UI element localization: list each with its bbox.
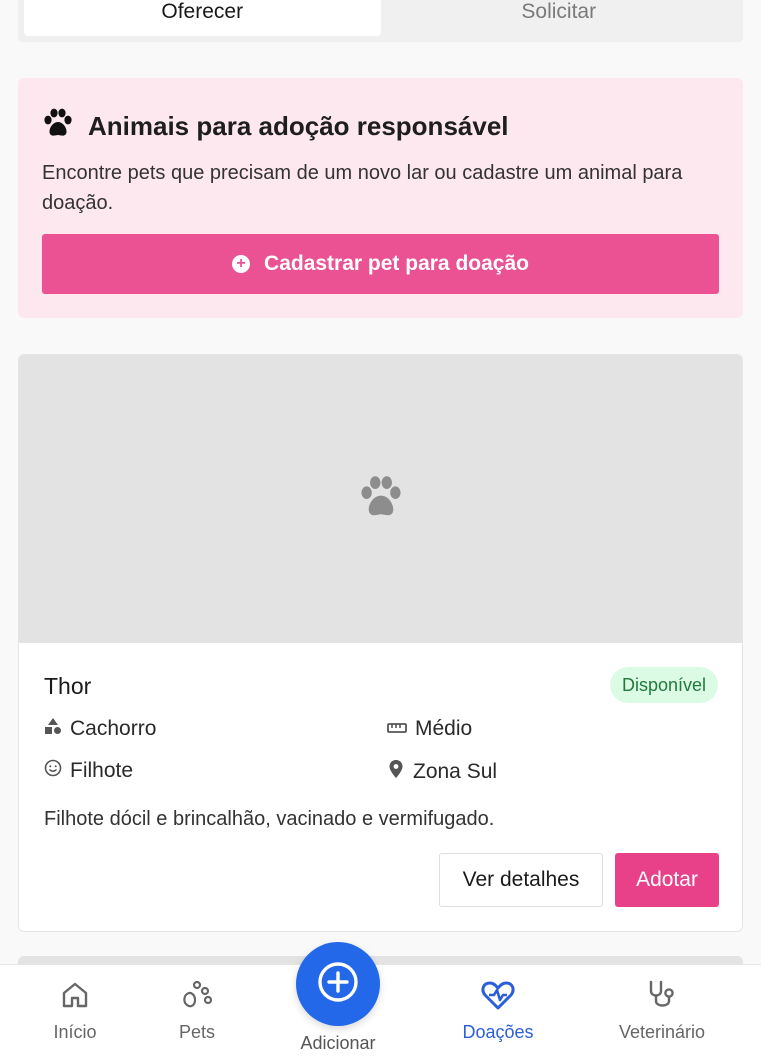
pet-size-label: Médio — [415, 717, 473, 740]
pet-image-placeholder — [19, 355, 742, 643]
register-pet-button[interactable]: + Cadastrar pet para doação — [42, 234, 719, 294]
nav-item-doacoes[interactable]: Doações — [438, 979, 558, 1043]
promo-title: Animais para adoção responsável — [88, 111, 509, 141]
promo-header: Animais para adoção responsável — [42, 108, 509, 145]
adoption-promo-card: Animais para adoção responsável Encontre… — [18, 78, 743, 318]
offer-request-tabs: Oferecer Solicitar — [18, 0, 743, 42]
pet-location-label: Zona Sul — [413, 760, 498, 783]
pet-species-label: Cachorro — [70, 717, 157, 740]
pet-description: Filhote dócil e brincalhão, vacinado e v… — [44, 808, 495, 830]
nav-label-adicionar: Adicionar — [300, 1033, 376, 1053]
pet-name: Thor — [44, 673, 92, 699]
register-pet-label: Cadastrar pet para doação — [264, 252, 529, 275]
smile-icon — [44, 759, 62, 783]
nav-label-pets: Pets — [178, 1022, 216, 1042]
pet-species: Cachorro — [44, 717, 156, 741]
pet-age-label: Filhote — [70, 759, 134, 782]
paw-icon — [358, 475, 404, 524]
paw-icon — [42, 108, 74, 145]
nav-item-inicio[interactable]: Início — [15, 979, 135, 1043]
pet-age: Filhote — [44, 759, 133, 783]
promo-description: Encontre pets que precisam de um novo la… — [42, 162, 683, 214]
pet-size: Médio — [387, 717, 472, 741]
plus-circle-icon — [316, 960, 360, 1009]
nav-item-pets[interactable]: Pets — [137, 979, 257, 1043]
paw-outline-icon — [181, 979, 213, 1016]
status-badge: Disponível — [609, 667, 718, 703]
plus-circle-icon: + — [232, 255, 251, 273]
view-details-button[interactable]: Ver detalhes — [439, 853, 603, 907]
map-pin-icon — [387, 759, 405, 785]
tab-solicitar[interactable]: Solicitar — [381, 0, 738, 36]
stethoscope-icon — [645, 979, 679, 1016]
nav-label-doacoes: Doações — [462, 1022, 534, 1042]
pet-card[interactable]: Thor Disponível Cachorro Médio Filhote Z… — [18, 354, 743, 932]
adopt-button[interactable]: Adotar — [615, 853, 719, 907]
tab-oferecer[interactable]: Oferecer — [24, 0, 381, 36]
ruler-icon — [387, 717, 407, 741]
add-fab-button[interactable] — [296, 942, 380, 1026]
nav-label-inicio: Início — [53, 1022, 97, 1042]
nav-label-veterinario: Veterinário — [618, 1022, 706, 1042]
heart-pulse-icon — [481, 979, 515, 1016]
home-icon — [59, 979, 91, 1016]
shapes-icon — [44, 717, 62, 741]
pet-location: Zona Sul — [387, 759, 497, 785]
nav-item-veterinario[interactable]: Veterinário — [602, 979, 722, 1043]
